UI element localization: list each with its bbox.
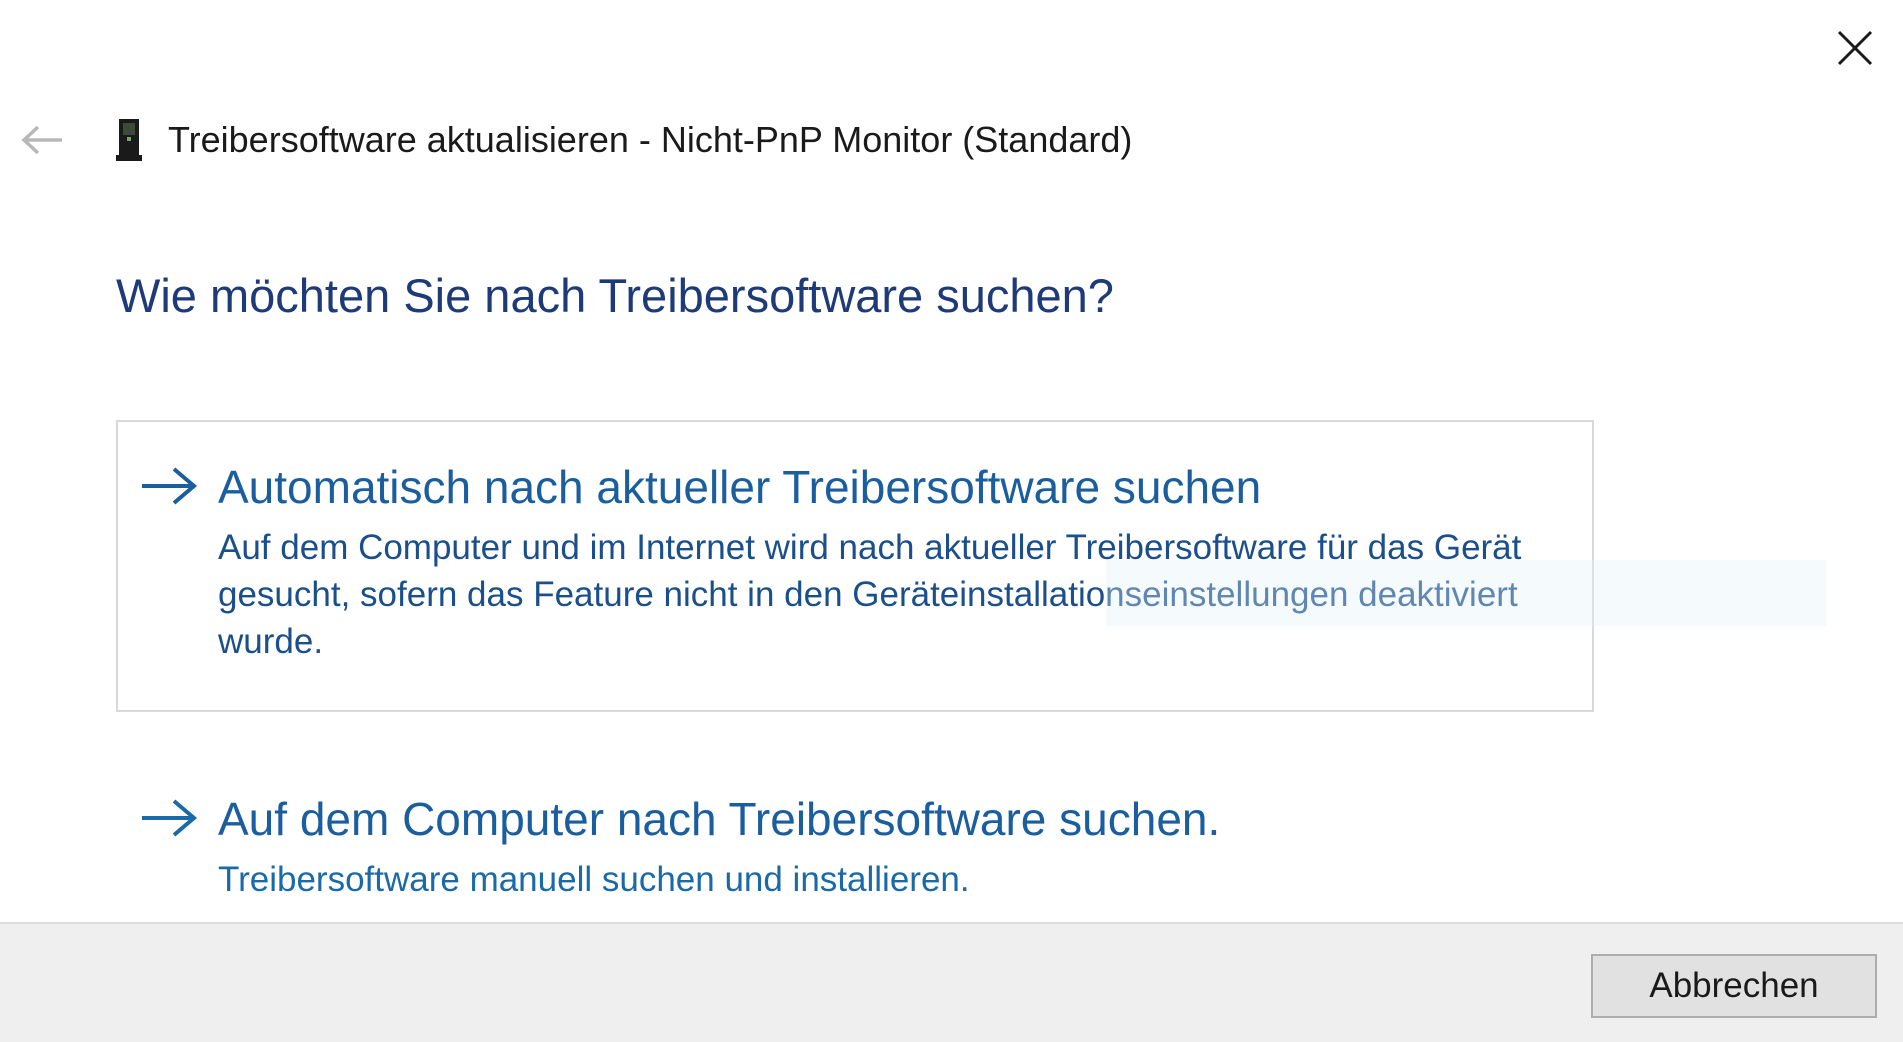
option-title: Auf dem Computer nach Treibersoftware su… xyxy=(218,793,1221,845)
ghost-overlay xyxy=(1106,560,1826,626)
close-button[interactable] xyxy=(1825,18,1885,78)
cancel-button[interactable]: Abbrechen xyxy=(1591,954,1877,1018)
option-browse-computer[interactable]: Auf dem Computer nach Treibersoftware su… xyxy=(116,752,1594,902)
arrow-right-icon xyxy=(142,467,198,505)
close-icon xyxy=(1837,30,1873,66)
dialog-footer: Abbrechen xyxy=(0,922,1903,1042)
dialog-header: Treibersoftware aktualisieren - Nicht-Pn… xyxy=(16,110,1132,170)
arrow-right-icon xyxy=(142,799,198,837)
page-question: Wie möchten Sie nach Treibersoftware suc… xyxy=(116,269,1114,322)
option-title: Automatisch nach aktueller Treibersoftwa… xyxy=(218,461,1262,513)
back-button[interactable] xyxy=(16,114,68,166)
back-arrow-icon xyxy=(21,125,62,155)
option-description: Treibersoftware manuell suchen und insta… xyxy=(218,860,970,899)
update-driver-dialog: Treibersoftware aktualisieren - Nicht-Pn… xyxy=(0,0,1903,1042)
dialog-title: Treibersoftware aktualisieren - Nicht-Pn… xyxy=(168,119,1133,160)
monitor-device-icon xyxy=(114,116,144,164)
